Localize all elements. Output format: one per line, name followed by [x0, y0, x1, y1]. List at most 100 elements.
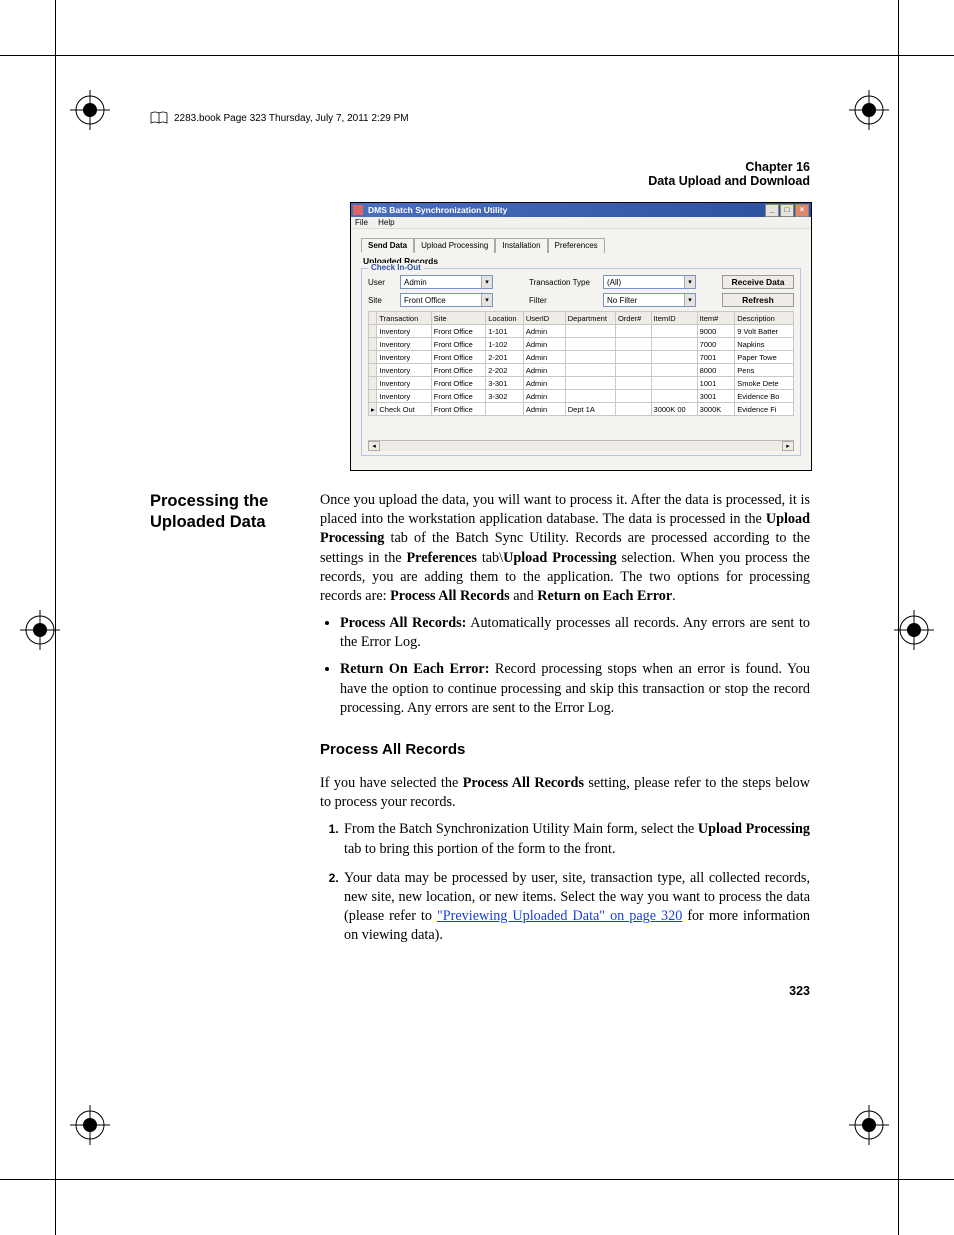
txn-type-label: Transaction Type — [529, 278, 599, 287]
app-screenshot: DMS Batch Synchronization Utility _ □ × … — [350, 202, 812, 471]
table-cell: 3-301 — [486, 377, 524, 390]
table-cell: Front Office — [431, 403, 485, 416]
chevron-down-icon: ▾ — [481, 294, 492, 306]
crop-tick — [919, 1179, 954, 1180]
table-cell — [615, 351, 651, 364]
scroll-track[interactable] — [380, 441, 782, 451]
col-location[interactable]: Location — [486, 312, 524, 325]
col-itemid[interactable]: ItemID — [651, 312, 697, 325]
receive-data-button[interactable]: Receive Data — [722, 275, 794, 289]
table-cell: Admin — [523, 351, 565, 364]
table-cell: Admin — [523, 325, 565, 338]
table-cell: 7001 — [697, 351, 735, 364]
tab-preferences[interactable]: Preferences — [548, 238, 605, 253]
uploaded-records-label: Uploaded Records — [363, 256, 801, 266]
table-cell — [615, 390, 651, 403]
body-column: Once you upload the data, you will want … — [320, 491, 810, 956]
horizontal-scrollbar[interactable]: ◂ ▸ — [368, 440, 794, 451]
table-cell: Inventory — [377, 390, 431, 403]
filter-label: Filter — [529, 296, 599, 305]
table-cell: Front Office — [431, 390, 485, 403]
table-cell — [615, 403, 651, 416]
table-cell: 1-102 — [486, 338, 524, 351]
crop-tick — [919, 55, 954, 56]
filter-combo[interactable]: No Filter ▾ — [603, 293, 696, 307]
table-cell — [615, 364, 651, 377]
row-handle — [369, 338, 377, 351]
table-row[interactable]: InventoryFront Office3-302Admin3001Evide… — [369, 390, 794, 403]
table-row[interactable]: InventoryFront Office2-202Admin8000Pens — [369, 364, 794, 377]
col-department[interactable]: Department — [565, 312, 615, 325]
user-combo[interactable]: Admin ▾ — [400, 275, 493, 289]
table-cell: 9000 — [697, 325, 735, 338]
table-cell: Admin — [523, 403, 565, 416]
site-combo[interactable]: Front Office ▾ — [400, 293, 493, 307]
crop-tick — [898, 1200, 899, 1235]
table-cell — [651, 377, 697, 390]
menu-file[interactable]: File — [355, 218, 368, 227]
table-cell: Admin — [523, 338, 565, 351]
minimize-button[interactable]: _ — [765, 204, 779, 217]
tab-installation[interactable]: Installation — [495, 238, 547, 253]
registration-mark-icon — [894, 610, 934, 650]
col-description[interactable]: Description — [735, 312, 794, 325]
registration-mark-icon — [70, 1105, 110, 1145]
page-number: 323 — [789, 984, 810, 998]
group-legend: Check In-Out — [368, 263, 424, 272]
table-header-row: Transaction Site Location UserID Departm… — [369, 312, 794, 325]
col-itemno[interactable]: Item# — [697, 312, 735, 325]
table-row[interactable]: InventoryFront Office1-101Admin90009 Vol… — [369, 325, 794, 338]
table-cell: Front Office — [431, 377, 485, 390]
refresh-button[interactable]: Refresh — [722, 293, 794, 307]
table-cell: 3000K 00 — [651, 403, 697, 416]
bullet-process-all: Process All Records: Automatically proce… — [340, 614, 810, 652]
table-cell: Inventory — [377, 338, 431, 351]
xref-previewing-uploaded-data[interactable]: "Previewing Uploaded Data" on page 320 — [437, 908, 682, 924]
maximize-button[interactable]: □ — [780, 204, 794, 217]
table-cell: Front Office — [431, 364, 485, 377]
row-handle — [369, 377, 377, 390]
table-cell: Napkins — [735, 338, 794, 351]
menu-help[interactable]: Help — [378, 218, 394, 227]
site-combo-value: Front Office — [404, 296, 481, 305]
txn-type-value: (All) — [607, 278, 684, 287]
table-cell: Check Out — [377, 403, 431, 416]
row-handle — [369, 325, 377, 338]
table-row[interactable]: InventoryFront Office1-102Admin7000Napki… — [369, 338, 794, 351]
filter-combo-value: No Filter — [607, 296, 684, 305]
table-cell: Inventory — [377, 364, 431, 377]
row-handle: ▸ — [369, 403, 377, 416]
col-transaction[interactable]: Transaction — [377, 312, 431, 325]
table-cell: Inventory — [377, 377, 431, 390]
table-row[interactable]: InventoryFront Office3-301Admin1001Smoke… — [369, 377, 794, 390]
scroll-left-icon[interactable]: ◂ — [368, 441, 380, 451]
chapter-number: Chapter 16 — [150, 160, 810, 174]
running-head-text: 2283.book Page 323 Thursday, July 7, 201… — [174, 113, 409, 124]
table-cell: Admin — [523, 364, 565, 377]
col-site[interactable]: Site — [431, 312, 485, 325]
table-cell — [615, 377, 651, 390]
table-cell: Smoke Dete — [735, 377, 794, 390]
close-button[interactable]: × — [795, 204, 809, 217]
table-row[interactable]: ▸Check OutFront OfficeAdminDept 1A3000K … — [369, 403, 794, 416]
tab-upload-processing[interactable]: Upload Processing — [414, 238, 495, 253]
txn-type-combo[interactable]: (All) ▾ — [603, 275, 696, 289]
step-1: From the Batch Synchronization Utility M… — [342, 820, 810, 858]
app-icon — [353, 205, 363, 215]
table-cell — [651, 351, 697, 364]
book-icon — [150, 111, 168, 125]
table-cell: Evidence Bo — [735, 390, 794, 403]
col-userid[interactable]: UserID — [523, 312, 565, 325]
intro-paragraph: Once you upload the data, you will want … — [320, 491, 810, 606]
table-cell — [651, 390, 697, 403]
col-order[interactable]: Order# — [615, 312, 651, 325]
scroll-right-icon[interactable]: ▸ — [782, 441, 794, 451]
tab-send-data[interactable]: Send Data — [361, 238, 414, 253]
chevron-down-icon: ▾ — [684, 294, 695, 306]
subheading-process-all: Process All Records — [320, 740, 810, 760]
records-table: Transaction Site Location UserID Departm… — [368, 311, 794, 416]
process-all-intro: If you have selected the Process All Rec… — [320, 774, 810, 812]
table-row[interactable]: InventoryFront Office2-201Admin7001Paper… — [369, 351, 794, 364]
chevron-down-icon: ▾ — [481, 276, 492, 288]
row-handle-header — [369, 312, 377, 325]
